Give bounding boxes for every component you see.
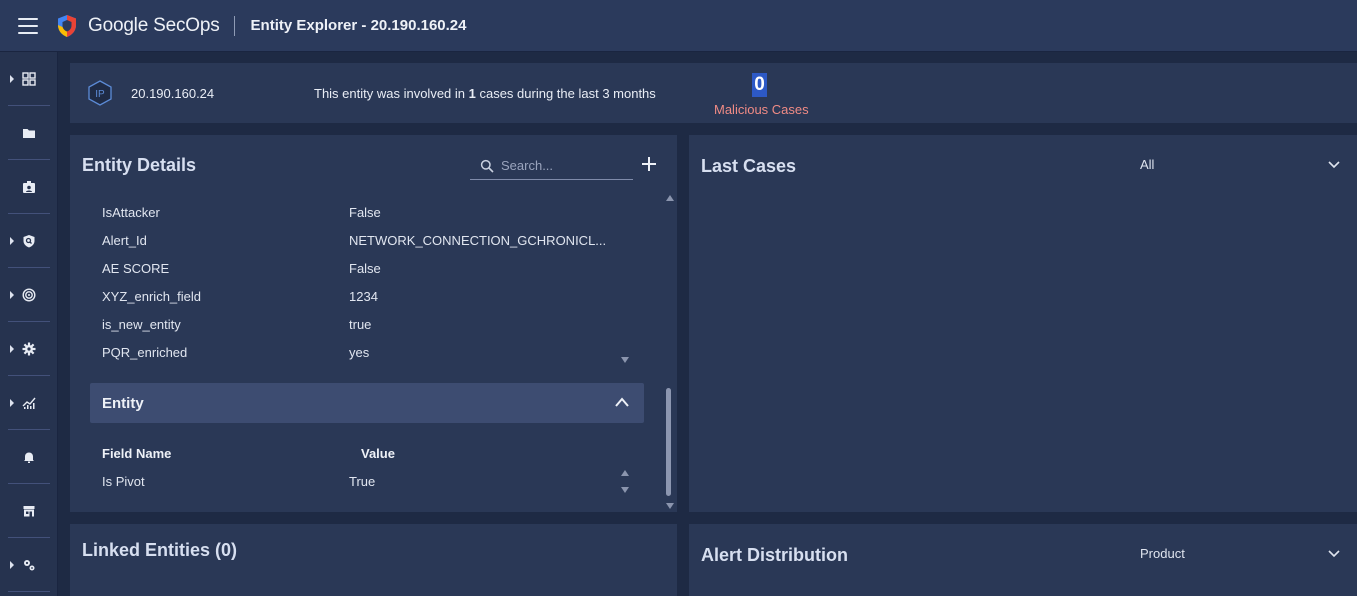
alert-distribution-filter-dropdown[interactable]: Product bbox=[1140, 546, 1340, 566]
linked-entities-panel: Linked Entities (0) bbox=[70, 524, 677, 596]
section-scroll-down-icon[interactable] bbox=[621, 487, 629, 493]
outer-scroll-up-icon[interactable] bbox=[666, 195, 674, 201]
cases-involvement-text: This entity was involved in 1 cases duri… bbox=[314, 86, 656, 101]
bell-icon bbox=[24, 452, 34, 463]
involved-count: 1 bbox=[468, 86, 476, 101]
radar-icon bbox=[22, 287, 36, 302]
sidebar-item-marketplace[interactable] bbox=[8, 484, 50, 538]
add-field-button[interactable] bbox=[639, 154, 659, 174]
column-header-value: Value bbox=[361, 446, 395, 461]
alert-distribution-title: Alert Distribution bbox=[701, 545, 848, 565]
entity-section-label: Entity bbox=[102, 395, 144, 412]
folder-icon bbox=[23, 128, 35, 138]
expand-caret-icon bbox=[10, 398, 14, 407]
panel-scrollbar[interactable] bbox=[666, 388, 671, 496]
sidebar-nav bbox=[0, 52, 58, 596]
expand-caret-icon bbox=[10, 236, 14, 245]
entity-section-toggle[interactable]: Entity bbox=[90, 383, 644, 423]
shield-search-icon bbox=[23, 234, 35, 247]
last-cases-panel: Last Cases All bbox=[689, 135, 1357, 512]
ip-entity-icon: IP bbox=[88, 80, 112, 106]
marketplace-icon bbox=[23, 505, 35, 516]
chevron-down-icon bbox=[1328, 161, 1340, 169]
sidebar-item-alerts[interactable] bbox=[8, 430, 50, 484]
expand-caret-icon bbox=[10, 344, 14, 353]
sidebar-item-analytics[interactable] bbox=[8, 376, 50, 430]
sidebar-item-settings[interactable] bbox=[8, 538, 50, 592]
hamburger-menu-icon[interactable] bbox=[18, 17, 38, 34]
sidebar-item-dashboards[interactable] bbox=[8, 52, 50, 106]
page-title: Entity Explorer - 20.190.160.24 bbox=[250, 17, 467, 34]
last-cases-title: Last Cases bbox=[701, 156, 797, 176]
alert-distribution-filter-value: Product bbox=[1140, 546, 1185, 561]
details-search bbox=[470, 152, 633, 180]
expand-caret-icon bbox=[10, 560, 14, 569]
dashboard-grid-icon bbox=[22, 71, 36, 86]
malicious-cases-count: 0 bbox=[752, 73, 767, 97]
column-header-field-name: Field Name bbox=[102, 446, 172, 461]
sidebar-item-detection[interactable] bbox=[8, 214, 50, 268]
entity-details-panel: Entity Details IsAttackerFalse Alert_IdN… bbox=[70, 135, 677, 512]
expand-caret-icon bbox=[10, 74, 14, 83]
chevron-down-icon bbox=[1328, 550, 1340, 558]
expand-caret-icon bbox=[10, 290, 14, 299]
last-cases-filter-dropdown[interactable]: All bbox=[1140, 157, 1340, 177]
entity-details-title: Entity Details bbox=[82, 155, 197, 175]
sidebar-item-investigation[interactable] bbox=[8, 268, 50, 322]
settings-gears-icon bbox=[24, 559, 35, 570]
sidebar-item-response[interactable] bbox=[8, 322, 50, 376]
sidebar-item-entities[interactable] bbox=[8, 160, 50, 214]
malicious-cases-label: Malicious Cases bbox=[714, 102, 809, 117]
entity-identifier: 20.190.160.24 bbox=[131, 86, 215, 101]
entity-type-badge: IP bbox=[95, 89, 105, 100]
search-icon bbox=[480, 159, 494, 173]
inner-scroll-down-icon[interactable] bbox=[621, 357, 629, 363]
search-input[interactable] bbox=[501, 158, 621, 173]
outer-scroll-down-icon[interactable] bbox=[666, 503, 674, 509]
top-bar: Google SecOps Entity Explorer - 20.190.1… bbox=[0, 0, 1357, 52]
sidebar-item-cases[interactable] bbox=[8, 106, 50, 160]
linked-entities-title: Linked Entities (0) bbox=[82, 540, 238, 560]
chevron-up-icon bbox=[615, 397, 629, 407]
analytics-chart-icon bbox=[22, 397, 36, 409]
last-cases-filter-value: All bbox=[1140, 157, 1155, 172]
brand-name: Google SecOps bbox=[88, 14, 220, 36]
brand-separator bbox=[233, 15, 235, 36]
entity-summary-bar: IP 20.190.160.24 This entity was involve… bbox=[70, 63, 1357, 123]
secops-logo-icon bbox=[58, 14, 76, 37]
gear-icon bbox=[22, 342, 36, 355]
alert-distribution-panel: Alert Distribution Product bbox=[689, 524, 1357, 596]
id-badge-icon bbox=[23, 180, 35, 193]
section-scroll-up-icon[interactable] bbox=[621, 470, 629, 476]
